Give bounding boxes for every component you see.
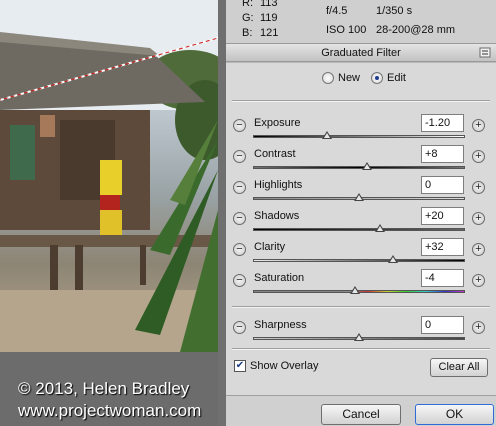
contrast-label: Contrast [254,148,296,160]
sharpness-label: Sharpness [254,319,307,331]
mode-new-option[interactable]: New [322,72,360,84]
ok-button[interactable]: OK [415,404,494,425]
highlights-value-field[interactable]: 0 [421,176,464,194]
cancel-button[interactable]: Cancel [321,404,401,425]
show-overlay-option[interactable]: ✔ Show Overlay [234,360,318,372]
contrast-thumb[interactable] [362,162,373,170]
clarity-track[interactable] [253,259,465,262]
sharpness-thumb[interactable] [354,333,364,341]
mode-edit-label: Edit [387,72,406,84]
panel-title: Graduated Filter [321,47,401,59]
mode-new-label: New [338,72,361,84]
exposure-minus-button[interactable]: − [233,119,246,132]
exposure-label: Exposure [254,117,301,129]
graduated-filter-panel: New Edit − Exposure -1.20 + − Contrast +… [226,63,496,426]
g-label: G: [242,12,254,24]
canvas-separator [218,0,226,426]
show-overlay-label: Show Overlay [250,360,319,372]
slider-saturation: − Saturation -4 + [226,269,496,300]
panel-header: Graduated Filter [226,44,496,62]
b-value: 121 [260,27,279,39]
mode-edit-radio[interactable] [371,72,383,84]
clarity-label: Clarity [254,241,286,253]
b-label: B: [242,27,253,39]
exposure-value-field[interactable]: -1.20 [421,114,464,132]
divider [232,306,490,308]
slider-clarity: − Clarity +32 + [226,238,496,269]
sharpness-minus-button[interactable]: − [233,321,246,334]
watermark-line-2: www.projectwoman.com [18,401,202,420]
watermark-line-1: © 2013, Helen Bradley [18,379,190,398]
shadows-plus-button[interactable]: + [472,212,485,225]
saturation-label: Saturation [254,272,305,284]
lens-value: 28-200@28 mm [376,24,456,36]
r-label: R: [242,0,253,9]
slider-exposure: − Exposure -1.20 + [226,114,496,145]
g-value: 119 [260,12,278,24]
copyright-watermark: © 2013, Helen Bradley www.projectwoman.c… [18,378,201,422]
sharpness-value-field[interactable]: 0 [421,316,464,334]
slider-sharpness: − Sharpness 0 + [226,316,496,347]
exposure-plus-button[interactable]: + [472,119,485,132]
clear-all-button[interactable]: Clear All [430,358,488,377]
shadows-value-field[interactable]: +20 [421,207,464,225]
exposure-track[interactable] [253,135,465,138]
highlights-minus-button[interactable]: − [233,181,246,194]
slider-contrast: − Contrast +8 + [226,145,496,176]
sharpness-plus-button[interactable]: + [472,321,485,334]
contrast-plus-button[interactable]: + [472,150,485,163]
saturation-thumb[interactable] [349,286,360,294]
saturation-plus-button[interactable]: + [472,274,485,287]
r-value: 113 [260,0,278,9]
contrast-track[interactable] [253,166,465,169]
highlights-thumb[interactable] [354,193,364,201]
contrast-minus-button[interactable]: − [233,150,246,163]
shadows-label: Shadows [254,210,300,222]
shadows-minus-button[interactable]: − [233,212,246,225]
saturation-minus-button[interactable]: − [233,274,246,287]
aperture-value: f/4.5 [326,5,348,17]
clarity-value-field[interactable]: +32 [421,238,464,256]
highlights-plus-button[interactable]: + [472,181,485,194]
highlights-label: Highlights [254,179,303,191]
divider [232,100,490,102]
divider [232,348,490,350]
image-preview[interactable] [0,0,218,352]
info-panel: R: 113 G: 119 B: 121 f/4.5 1/350 s ISO 1… [226,0,496,44]
exposure-thumb[interactable] [322,131,333,139]
shutter-value: 1/350 s [376,5,413,17]
clarity-thumb[interactable] [387,255,398,263]
saturation-value-field[interactable]: -4 [421,269,464,287]
clarity-plus-button[interactable]: + [472,243,485,256]
mode-new-radio[interactable] [322,72,334,84]
show-overlay-checkbox[interactable]: ✔ [234,360,246,372]
contrast-value-field[interactable]: +8 [421,145,464,163]
iso-value: ISO 100 [326,24,367,36]
photo-canvas [0,0,218,352]
slider-highlights: − Highlights 0 + [226,176,496,207]
clarity-minus-button[interactable]: − [233,243,246,256]
mode-edit-option[interactable]: Edit [371,72,406,84]
shadows-track[interactable] [253,228,465,231]
dialog-button-bar: Cancel OK [226,395,496,426]
panel-menu-icon[interactable] [479,47,491,58]
shadows-thumb[interactable] [375,224,386,232]
slider-shadows: − Shadows +20 + [226,207,496,238]
